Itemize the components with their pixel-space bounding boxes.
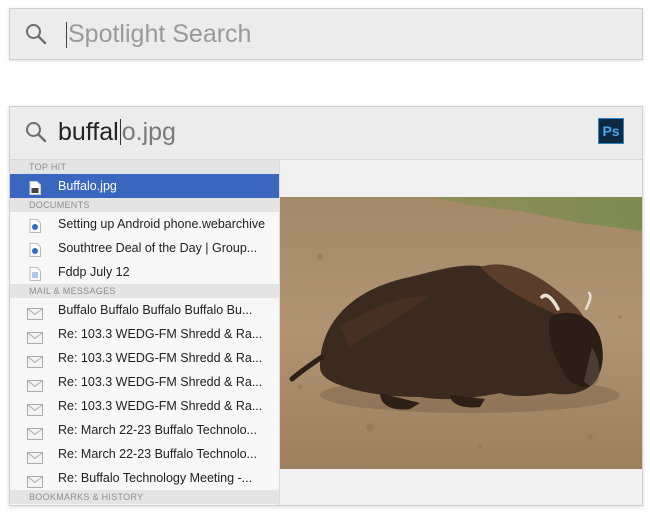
list-item[interactable]: Re: 103.3 WEDG-FM Shredd & Ra... (10, 370, 279, 394)
mail-icon (27, 472, 43, 488)
text-cursor (119, 119, 121, 145)
list-item[interactable]: Re: March 22-23 Buffalo Technolo... (10, 442, 279, 466)
list-item[interactable]: Re: 103.3 WEDG-FM Shredd & Ra... (10, 346, 279, 370)
spotlight-search-bar[interactable]: Spotlight Search (9, 8, 643, 60)
list-item[interactable]: Southtree Deal of the Day | Group... (10, 236, 279, 260)
search-query-row[interactable]: buffal o.jpg Ps (10, 107, 642, 159)
mail-icon (27, 400, 43, 416)
list-item-label: Re: 103.3 WEDG-FM Shredd & Ra... (58, 399, 263, 413)
list-item-label: Re: March 22-23 Buffalo Technolo... (58, 423, 257, 437)
list-item[interactable]: Re: 103.3 WEDG-FM Shredd & Ra... (10, 322, 279, 346)
list-item-label: Buffalo Buffalo Buffalo Buffalo Bu... (58, 303, 253, 317)
list-item[interactable]: Re: 103.3 WEDG-FM Shredd & Ra... (10, 394, 279, 418)
buffalo-photo-preview (280, 197, 642, 469)
preview-pane (280, 160, 642, 505)
search-icon (25, 121, 47, 148)
mail-icon (27, 376, 43, 392)
search-input[interactable]: buffal o.jpg (58, 117, 176, 147)
list-item[interactable]: Setting up Android phone.webarchive (10, 212, 279, 236)
mail-icon (27, 328, 43, 344)
mail-icon (27, 352, 43, 368)
webarchive-icon (29, 241, 41, 257)
section-header-mail-messages: MAIL & MESSAGES (10, 284, 279, 298)
text-cursor (66, 22, 67, 48)
list-item[interactable]: Re: March 22-23 Buffalo Technolo... (10, 418, 279, 442)
section-header-documents: DOCUMENTS (10, 198, 279, 212)
search-icon (25, 23, 47, 50)
list-item-label: Re: Buffalo Technology Meeting -... (58, 471, 253, 485)
list-item-label: Re: 103.3 WEDG-FM Shredd & Ra... (58, 351, 263, 365)
results-list: TOP HIT Buffalo.jpg DOCUMENTS Setting up… (10, 160, 280, 505)
search-placeholder[interactable]: Spotlight Search (68, 19, 251, 49)
document-icon (29, 265, 41, 281)
list-item-label: Re: March 22-23 Buffalo Technolo... (58, 447, 257, 461)
list-item[interactable]: Re: Buffalo Technology Meeting -... (10, 466, 279, 490)
photoshop-icon[interactable]: Ps (598, 118, 624, 144)
list-item-label: Southtree Deal of the Day | Group... (58, 241, 258, 255)
section-header-top-hit: TOP HIT (10, 160, 279, 174)
mail-icon (27, 448, 43, 464)
list-item-label: Fddp July 12 (58, 265, 130, 279)
section-header-bookmarks-history: BOOKMARKS & HISTORY (10, 490, 279, 504)
webarchive-icon (29, 217, 41, 233)
list-item-label: Setting up Android phone.webarchive (58, 217, 266, 231)
query-autocomplete-text: o.jpg (121, 118, 176, 146)
mail-icon (27, 424, 43, 440)
list-item-label: Buffalo.jpg (58, 179, 117, 193)
image-file-icon (29, 179, 41, 195)
list-item-top-hit[interactable]: Buffalo.jpg (10, 174, 279, 198)
query-typed-text: buffal (58, 118, 119, 146)
list-item-label: Re: 103.3 WEDG-FM Shredd & Ra... (58, 327, 263, 341)
list-item[interactable]: Buffalo Buffalo Buffalo Buffalo Bu... (10, 298, 279, 322)
spotlight-results-window: buffal o.jpg Ps TOP HIT Buffalo.jpg DOCUM… (9, 106, 643, 506)
list-item-label: Re: 103.3 WEDG-FM Shredd & Ra... (58, 375, 263, 389)
list-item[interactable]: Fddp July 12 (10, 260, 279, 284)
mail-icon (27, 304, 43, 320)
